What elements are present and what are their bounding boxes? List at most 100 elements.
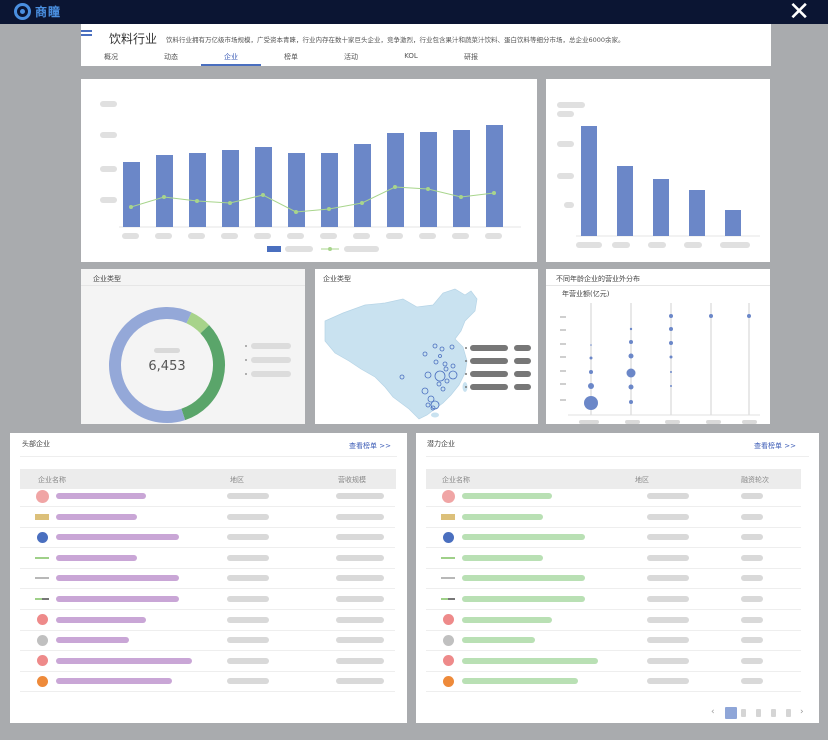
value-placeholder	[336, 493, 384, 499]
bubble	[747, 314, 751, 318]
table-row[interactable]	[416, 589, 819, 610]
trend-point	[228, 201, 232, 205]
pager-page[interactable]	[756, 709, 761, 717]
table-row[interactable]	[416, 507, 819, 528]
app-logo: 商瞳	[14, 3, 61, 20]
side-bar-chart	[557, 102, 760, 248]
tab-news[interactable]: 动态	[141, 52, 201, 62]
china-map	[324, 288, 531, 420]
close-icon[interactable]: ✕	[788, 0, 810, 25]
table-row[interactable]	[10, 568, 407, 590]
company-name-placeholder[interactable]	[462, 678, 578, 685]
company-name-placeholder[interactable]	[462, 493, 552, 499]
table-row[interactable]	[10, 651, 407, 672]
company-name-placeholder[interactable]	[56, 575, 179, 582]
company-name-placeholder[interactable]	[462, 575, 585, 582]
tab-overview[interactable]: 概况	[81, 52, 141, 62]
value-placeholder	[336, 616, 384, 623]
donut-chart: 6,453	[109, 307, 291, 423]
x-tick-placeholder	[155, 233, 172, 239]
y-tick-placeholder	[560, 329, 566, 331]
pager-page[interactable]	[741, 709, 746, 717]
region-placeholder	[227, 657, 269, 664]
table-row[interactable]	[10, 548, 407, 569]
trend-point	[195, 199, 199, 203]
legend-dot	[465, 360, 467, 362]
view-rankings-link[interactable]: 查看榜单 >>	[349, 441, 391, 451]
table-row[interactable]	[10, 486, 407, 507]
company-name-placeholder[interactable]	[56, 493, 146, 499]
region-placeholder	[647, 513, 689, 520]
pager-page-active[interactable]	[725, 707, 737, 719]
donut-card: 企业类型 6,453	[81, 269, 305, 424]
main-bar-chart	[100, 101, 521, 252]
table-row[interactable]	[10, 527, 407, 549]
y-tick-placeholder	[560, 316, 566, 318]
bar	[255, 147, 272, 227]
bubble	[628, 384, 634, 390]
table-row[interactable]	[416, 671, 819, 693]
table-row[interactable]	[10, 630, 407, 652]
table-row[interactable]	[416, 527, 819, 549]
value-placeholder	[336, 596, 384, 602]
region-placeholder	[647, 637, 689, 644]
table-row[interactable]	[416, 486, 819, 507]
table-row[interactable]	[10, 589, 407, 610]
pager-next-icon[interactable]: ›	[800, 707, 804, 717]
company-name-placeholder[interactable]	[56, 637, 129, 644]
tab-reports[interactable]: 研报	[441, 52, 501, 62]
tab-kol[interactable]: KOL	[381, 52, 441, 60]
company-name-placeholder[interactable]	[462, 637, 535, 644]
company-name-placeholder[interactable]	[462, 657, 598, 664]
company-name-placeholder[interactable]	[56, 657, 192, 664]
table-row[interactable]	[416, 548, 819, 569]
x-tick-placeholder	[720, 242, 750, 248]
hainan-island	[431, 412, 439, 418]
table-row[interactable]	[10, 610, 407, 631]
row-divider	[426, 691, 801, 693]
table-row[interactable]	[10, 671, 407, 693]
x-tick-placeholder	[485, 233, 502, 239]
pager-page[interactable]	[771, 709, 776, 717]
center-label-placeholder	[154, 348, 180, 353]
logo-eye-icon	[14, 3, 31, 20]
table-row[interactable]	[416, 630, 819, 652]
legend-dot	[245, 359, 247, 361]
rank-marker-icon	[35, 577, 49, 580]
tab-companies[interactable]: 企业	[201, 52, 261, 62]
y-tick-placeholder	[560, 399, 566, 401]
tab-rankings[interactable]: 榜单	[261, 52, 321, 62]
rank-marker-icon	[441, 577, 455, 580]
company-name-placeholder[interactable]	[462, 534, 585, 541]
company-name-placeholder[interactable]	[462, 513, 543, 520]
region-placeholder	[227, 575, 269, 582]
pager-page[interactable]	[786, 709, 791, 717]
company-name-placeholder[interactable]	[462, 554, 543, 561]
value-placeholder	[336, 657, 384, 664]
trend-point	[261, 193, 265, 197]
table-row[interactable]	[10, 507, 407, 528]
bar	[653, 179, 669, 236]
company-name-placeholder[interactable]	[462, 616, 552, 623]
company-name-placeholder[interactable]	[56, 534, 179, 541]
menu-icon[interactable]	[81, 30, 92, 38]
value-placeholder	[741, 575, 763, 582]
company-name-placeholder[interactable]	[56, 678, 172, 685]
region-placeholder	[647, 678, 689, 685]
value-placeholder	[336, 678, 384, 685]
table-row[interactable]	[416, 610, 819, 631]
company-name-placeholder[interactable]	[56, 513, 137, 520]
company-name-placeholder[interactable]	[56, 616, 146, 623]
company-name-placeholder[interactable]	[462, 596, 585, 602]
pager-prev-icon[interactable]: ‹	[711, 707, 715, 717]
tab-events[interactable]: 活动	[321, 52, 381, 62]
table-row[interactable]	[416, 568, 819, 590]
x-tick-placeholder	[612, 242, 630, 248]
x-tick-placeholder	[386, 233, 403, 239]
company-name-placeholder[interactable]	[56, 554, 137, 561]
value-placeholder	[336, 637, 384, 644]
table-row[interactable]	[416, 651, 819, 672]
company-name-placeholder[interactable]	[56, 596, 179, 602]
view-rankings-link[interactable]: 查看榜单 >>	[754, 441, 796, 451]
value-placeholder	[336, 513, 384, 520]
